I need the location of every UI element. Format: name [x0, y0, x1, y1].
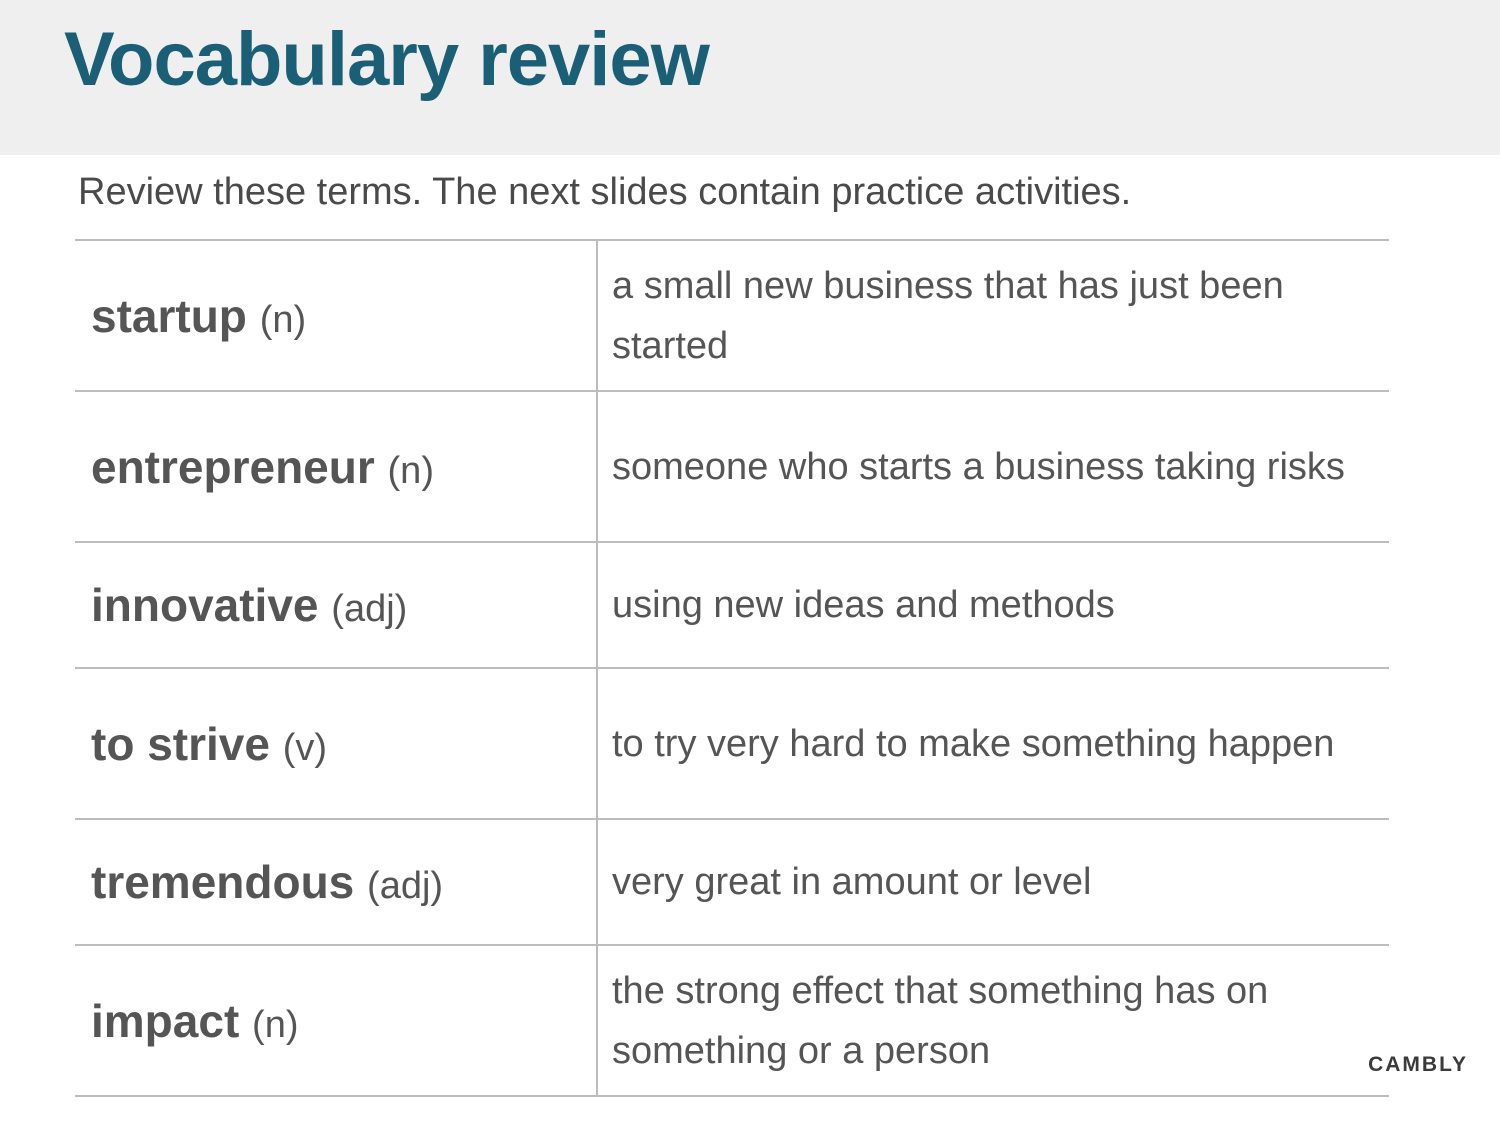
part-of-speech: (v)	[282, 726, 328, 769]
cambly-logo: CAMBLY	[1368, 1053, 1468, 1076]
part-of-speech: (adj)	[331, 588, 408, 630]
term-cell: startup (n)	[75, 240, 598, 391]
term-word: startup	[91, 289, 247, 342]
vocabulary-table: startup (n) a small new business that ha…	[75, 239, 1389, 1097]
term-cell: tremendous (adj)	[75, 819, 598, 945]
table-row: impact (n) the strong effect that someth…	[75, 945, 1389, 1096]
table-row: to strive (v) to try very hard to make s…	[75, 668, 1389, 819]
definition-cell: a small new business that has just been …	[612, 264, 1284, 367]
definition-cell: very great in amount or level	[612, 861, 1092, 903]
table-row: startup (n) a small new business that ha…	[75, 240, 1389, 391]
term-cell: to strive (v)	[75, 668, 598, 819]
table-row: innovative (adj) using new ideas and met…	[75, 542, 1389, 668]
page-subtitle: Review these terms. The next slides cont…	[78, 171, 1132, 213]
term-cell: entrepreneur (n)	[75, 391, 598, 542]
part-of-speech: (adj)	[367, 865, 444, 907]
term-word: innovative	[91, 579, 319, 631]
definition-cell: to try very hard to make something happe…	[612, 722, 1335, 765]
term-word: impact	[91, 994, 240, 1047]
part-of-speech: (n)	[259, 298, 307, 341]
table-row: entrepreneur (n) someone who starts a bu…	[75, 391, 1389, 542]
definition-cell: using new ideas and methods	[612, 584, 1115, 626]
term-word: entrepreneur	[91, 440, 375, 493]
part-of-speech: (n)	[387, 449, 434, 492]
term-cell: impact (n)	[75, 945, 598, 1096]
part-of-speech: (n)	[252, 1003, 299, 1046]
term-word: to strive	[91, 717, 270, 770]
page-title: Vocabulary review	[64, 17, 710, 102]
definition-cell: the strong effect that something has on …	[612, 969, 1269, 1072]
definition-cell: someone who starts a business taking ris…	[612, 445, 1345, 488]
term-cell: innovative (adj)	[75, 542, 598, 668]
table-row: tremendous (adj) very great in amount or…	[75, 819, 1389, 945]
term-word: tremendous	[91, 856, 355, 908]
header-band: Vocabulary review	[0, 0, 1500, 155]
